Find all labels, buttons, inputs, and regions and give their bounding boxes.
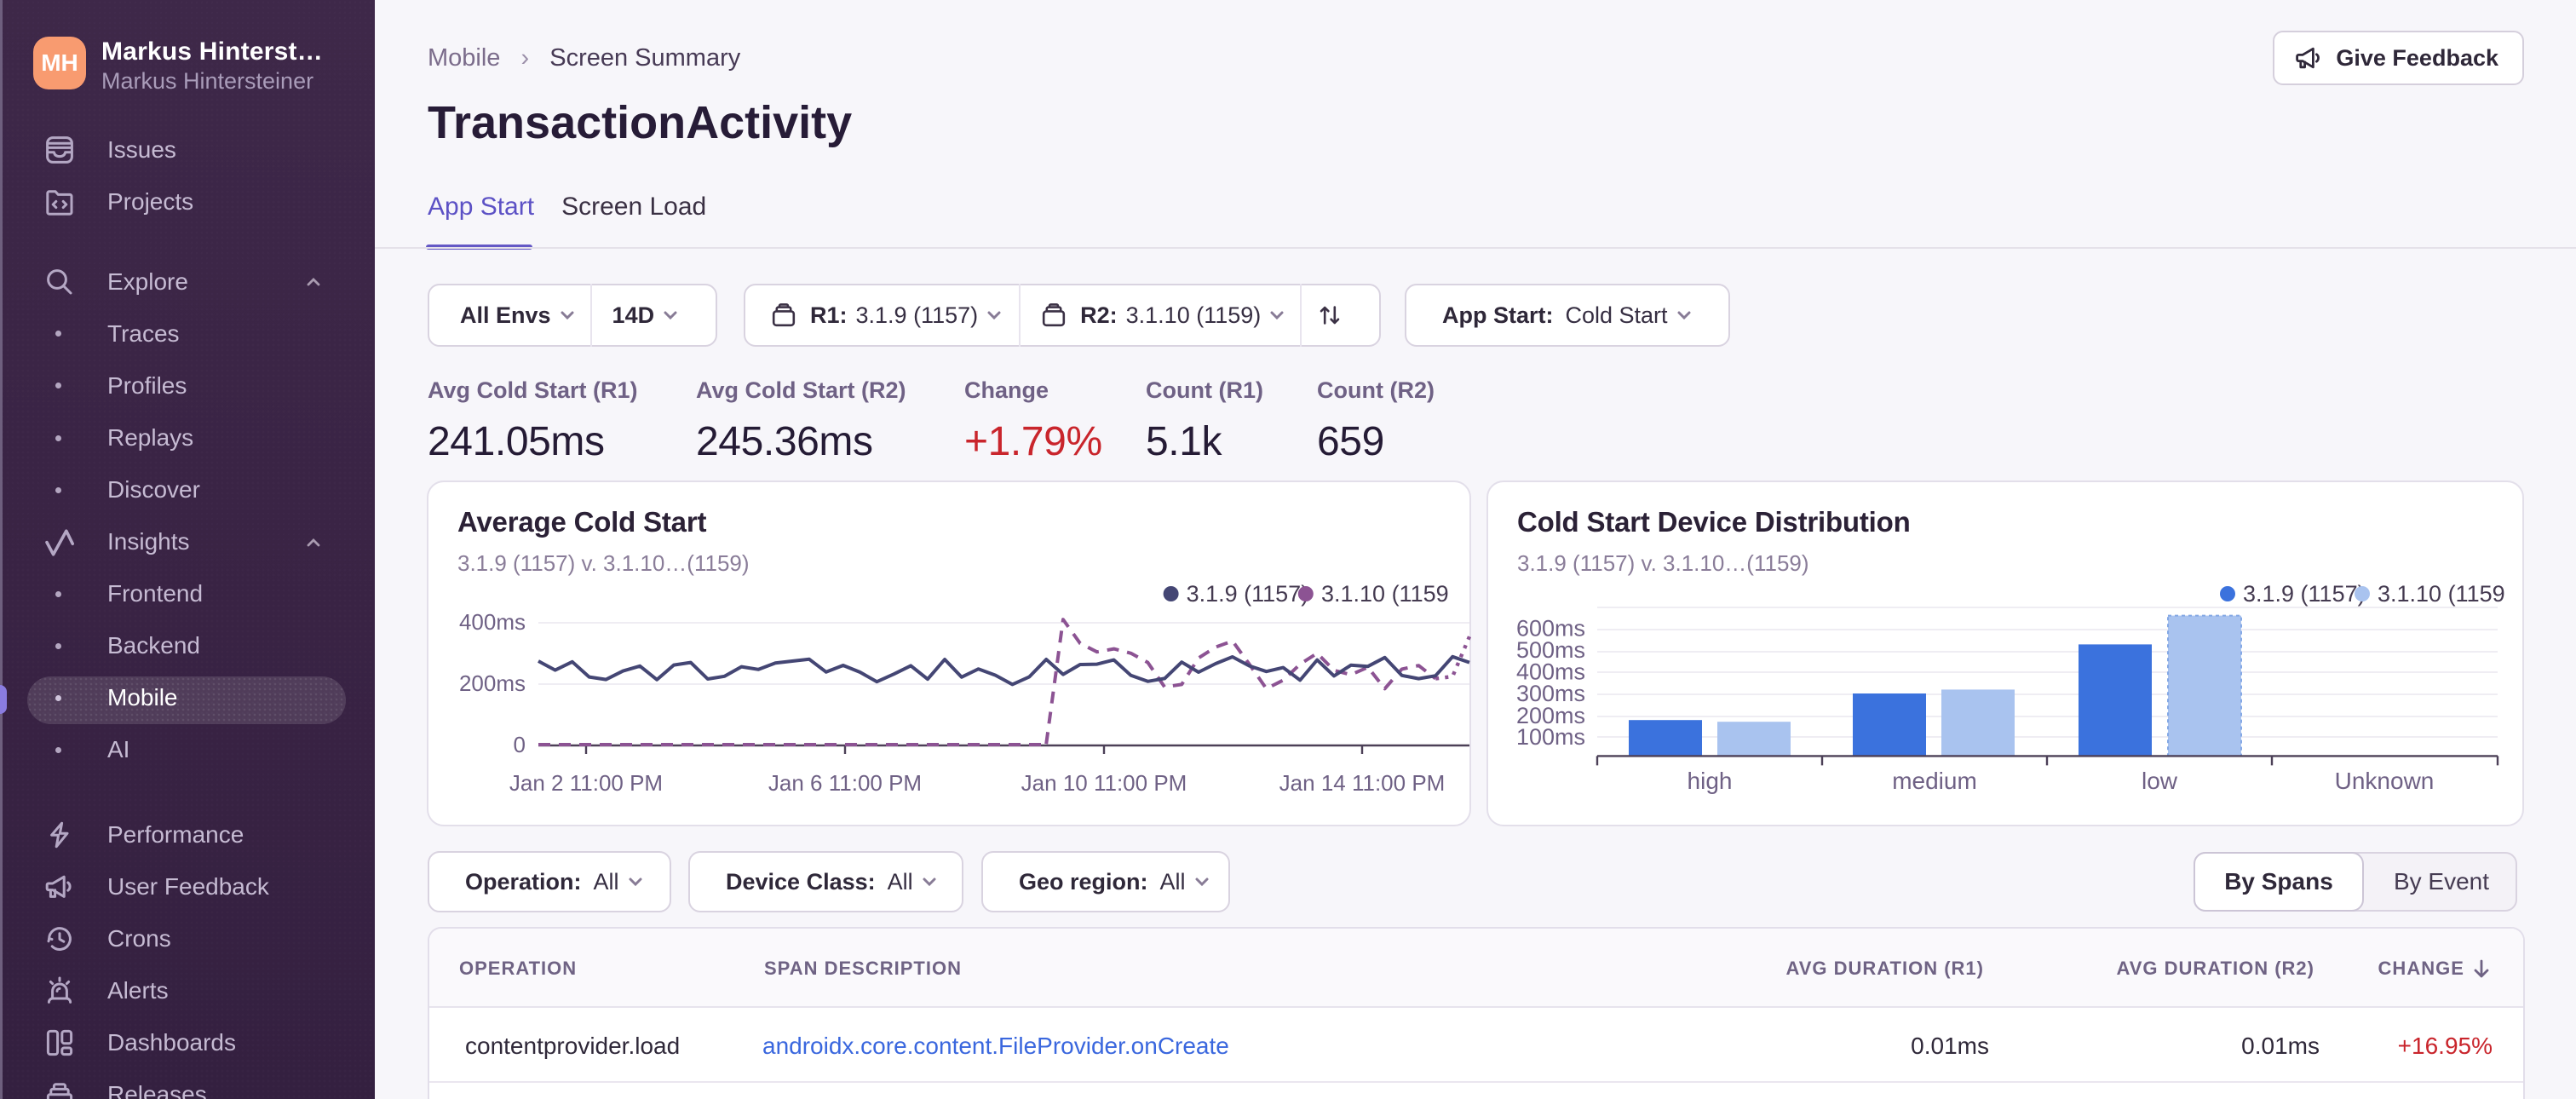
svg-text:200ms: 200ms [459,670,526,696]
svg-text:Jan 2 11:00 PM: Jan 2 11:00 PM [509,770,663,796]
svg-text:Jan 6 11:00 PM: Jan 6 11:00 PM [768,770,922,796]
svg-text:3.1.10 (1159: 3.1.10 (1159 [2378,581,2505,607]
svg-text:Jan 14 11:00 PM: Jan 14 11:00 PM [1279,770,1446,796]
svg-text:3.1.9 (1157): 3.1.9 (1157) [1187,581,1309,607]
svg-text:Unknown: Unknown [2335,768,2435,794]
svg-text:0: 0 [514,732,526,757]
svg-text:400ms: 400ms [459,609,526,635]
svg-text:low: low [2142,768,2178,794]
svg-text:3.1.9 (1157): 3.1.9 (1157) [2243,581,2366,607]
svg-text:medium: medium [1892,768,1977,794]
svg-text:100ms: 100ms [1516,724,1585,750]
svg-text:high: high [1688,768,1733,794]
svg-text:Jan 10 11:00 PM: Jan 10 11:00 PM [1021,770,1187,796]
svg-text:3.1.10 (1159: 3.1.10 (1159 [1321,581,1449,607]
